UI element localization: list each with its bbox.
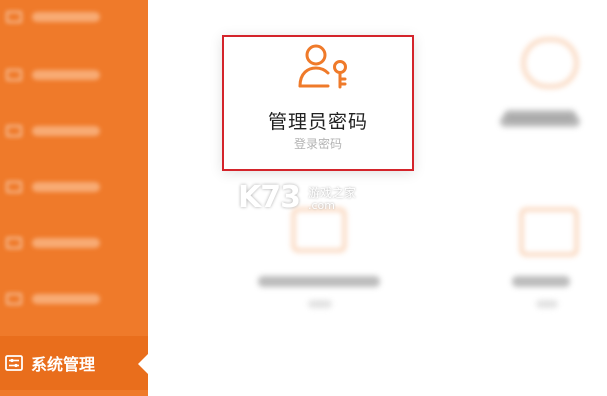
card-subtitle: 登录密码 — [293, 137, 342, 151]
sidebar-item-blurred-4[interactable] — [0, 160, 148, 214]
sidebar-item-blurred-2[interactable] — [0, 48, 148, 102]
active-indicator — [138, 354, 148, 374]
power-icon — [522, 38, 578, 88]
sidebar-item-blurred-3[interactable] — [0, 104, 148, 158]
admin-password-card[interactable]: 管理员密码 登录密码 — [222, 35, 414, 171]
tile-caption-blur — [500, 112, 600, 142]
tile-remote-web[interactable] — [250, 200, 390, 320]
sidebar-item-blurred-1[interactable] — [0, 0, 148, 44]
sidebar-item-label: 系统管理 — [31, 355, 96, 374]
settings-list-icon — [5, 355, 23, 371]
sidebar-item-system-management[interactable]: 系统管理 — [0, 336, 148, 390]
menu-icon — [6, 181, 22, 193]
sidebar: 系统管理 — [0, 0, 148, 396]
menu-icon — [6, 293, 22, 305]
remote-icon — [292, 208, 346, 252]
sidebar-item-blurred-6[interactable] — [0, 272, 148, 326]
sidebar-item-blurred-5[interactable] — [0, 216, 148, 270]
card-title: 管理员密码 — [267, 111, 368, 133]
watermark: K73 游戏之家 .com — [238, 180, 356, 215]
watermark-logo: K73 — [238, 180, 301, 215]
tile-system-status[interactable] — [500, 200, 600, 320]
menu-icon — [6, 69, 22, 81]
menu-icon — [6, 237, 22, 249]
menu-icon — [6, 125, 22, 137]
menu-icon — [6, 11, 22, 23]
watermark-domain: .com — [308, 199, 335, 212]
monitor-icon — [520, 208, 578, 256]
user-key-icon — [298, 44, 347, 89]
